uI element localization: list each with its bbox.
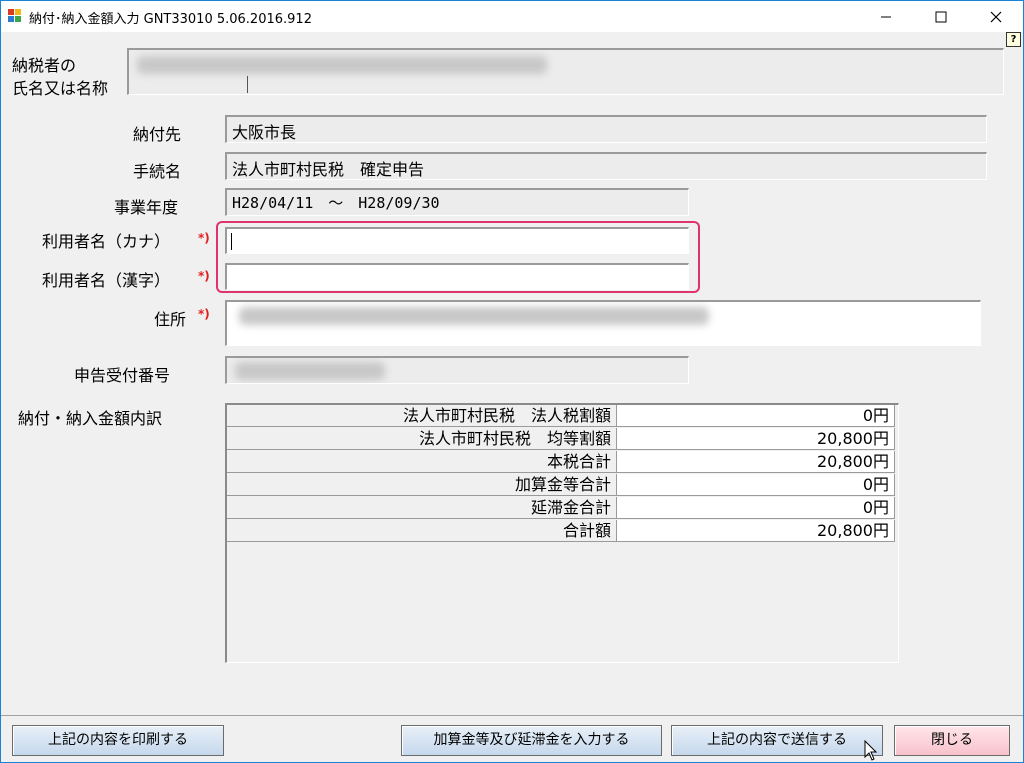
- user-kana-required-mark: *): [198, 231, 210, 245]
- app-window: 納付･納入金額入力 GNT33010 5.06.2016.912 ? 納税者の …: [0, 0, 1024, 763]
- user-kana-label: 利用者名（カナ）: [42, 232, 171, 251]
- maximize-button[interactable]: [918, 1, 964, 32]
- receipt-number-field: [225, 356, 689, 384]
- title-bar[interactable]: 納付･納入金額入力 GNT33010 5.06.2016.912: [1, 1, 1023, 32]
- row-name: 加算金等合計: [227, 474, 617, 496]
- receipt-number-label: 申告受付番号: [74, 366, 171, 385]
- table-row: 法人市町村民税 法人税割額 0円: [227, 405, 897, 428]
- payee-label: 納付先: [133, 125, 182, 144]
- close-button[interactable]: 閉じる: [894, 725, 1010, 756]
- window-title: 納付･納入金額入力 GNT33010 5.06.2016.912: [29, 12, 312, 27]
- minimize-button[interactable]: [863, 1, 909, 32]
- procedure-label: 手続名: [133, 162, 182, 181]
- table-row: 加算金等合計 0円: [227, 474, 897, 497]
- mouse-cursor-icon: [864, 740, 878, 761]
- taxpayer-label-line1: 納税者の: [12, 56, 77, 75]
- maximize-icon: [935, 11, 947, 23]
- print-button[interactable]: 上記の内容を印刷する: [12, 725, 224, 756]
- close-icon: [990, 11, 1002, 23]
- redacted-address: [239, 307, 709, 325]
- row-amount: 0円: [617, 405, 895, 427]
- row-amount: 0円: [617, 474, 895, 496]
- taxpayer-label-line2: 氏名又は名称: [12, 79, 109, 98]
- redacted-taxpayer-name: [137, 56, 547, 74]
- row-name: 法人市町村民税 均等割額: [227, 428, 617, 450]
- help-icon[interactable]: ?: [1006, 32, 1021, 47]
- table-row: 延滞金合計 0円: [227, 497, 897, 520]
- fiscal-year-field: H28/04/11 ～ H28/09/30: [225, 188, 689, 216]
- submit-button[interactable]: 上記の内容で送信する: [671, 725, 883, 756]
- table-row: 本税合計 20,800円: [227, 451, 897, 474]
- address-required-mark: *): [198, 307, 210, 321]
- minimize-icon: [881, 16, 891, 18]
- user-kanji-label: 利用者名（漢字）: [42, 271, 171, 290]
- payee-field: 大阪市長: [225, 115, 987, 143]
- address-input[interactable]: [225, 300, 981, 346]
- breakdown-label: 納付・納入金額内訳: [18, 409, 163, 428]
- highlight-annotation: [216, 221, 700, 293]
- enter-penalty-button[interactable]: 加算金等及び延滞金を入力する: [401, 725, 662, 756]
- row-name: 延滞金合計: [227, 497, 617, 519]
- row-amount: 20,800円: [617, 520, 895, 542]
- close-window-button[interactable]: [973, 1, 1019, 32]
- table-row: 合計額 20,800円: [227, 520, 897, 543]
- address-label: 住所: [154, 310, 187, 329]
- user-kanji-required-mark: *): [198, 269, 210, 283]
- row-amount: 0円: [617, 497, 895, 519]
- redacted-receipt-number: [235, 362, 385, 380]
- row-name: 合計額: [227, 520, 617, 542]
- breakdown-table: 法人市町村民税 法人税割額 0円 法人市町村民税 均等割額 20,800円 本税…: [225, 403, 899, 663]
- table-row: 法人市町村民税 均等割額 20,800円: [227, 428, 897, 451]
- taxpayer-name-field: [127, 48, 1004, 95]
- app-icon: [8, 9, 22, 22]
- fiscal-year-label: 事業年度: [114, 198, 179, 217]
- row-name: 法人市町村民税 法人税割額: [227, 405, 617, 427]
- row-name: 本税合計: [227, 451, 617, 473]
- row-amount: 20,800円: [617, 428, 895, 450]
- row-amount: 20,800円: [617, 451, 895, 473]
- procedure-field: 法人市町村民税 確定申告: [225, 152, 987, 180]
